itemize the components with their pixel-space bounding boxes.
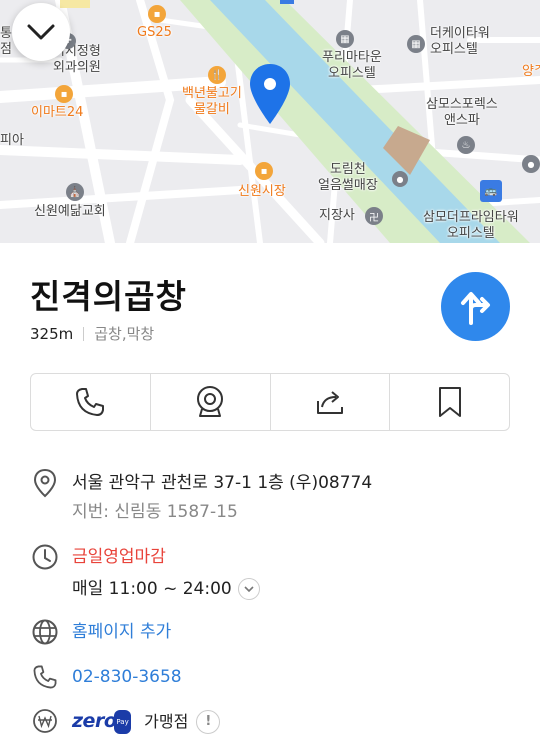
phone-icon [76,388,105,416]
business-status: 금일영업마감 [72,547,166,567]
store-icon: ▪ [55,85,73,103]
call-button[interactable] [31,374,151,430]
hours-row: 금일영업마감 매일 11:00 ~ 24:00 [30,542,510,602]
market-icon: ▪ [255,162,273,180]
zeropay-logo: zero [72,710,117,732]
phone-row: 02-830-3658 [30,662,510,692]
zeropay-logo-pay: Pay [114,710,131,734]
homepage-row: 홈페이지 추가 [30,617,510,647]
spa-icon: ♨ [457,136,475,154]
place-icon: ● [392,171,408,187]
bus-stop-icon: 🚌 [480,180,502,202]
category: 곱창,막창 [94,325,155,343]
road-address: 서울 관악구 관천로 37-1 1층 (우)08774 [72,473,373,493]
address-row: 서울 관악구 관천로 37-1 1층 (우)08774 지번: 신림동 1587… [30,468,510,528]
add-homepage-link[interactable]: 홈페이지 추가 [72,621,171,643]
restaurant-icon: 🍴 [208,66,226,84]
hours-expand-button[interactable] [237,578,260,600]
info-icon[interactable]: ! [196,710,221,734]
map-view[interactable]: 통 점 시지정형 외과의원 ✚ ▪ GS25 ▪ 이마트24 피아 ⛪ 신원예닮… [0,0,540,243]
phone-number-link[interactable]: 02-830-3658 [72,666,182,688]
share-icon [316,391,343,414]
collapse-button[interactable] [12,3,70,61]
map-label-edge: 통 점 [0,26,12,57]
hours-text: 금일영업마감 매일 11:00 ~ 24:00 [72,546,260,600]
building-icon: ▦ [336,30,354,48]
divider [83,326,85,341]
place-detail-panel: 진격의곱창 325m 곱창,막창 서울 관악구 관천로 37-1 1층 (우)0… [0,243,540,746]
globe-icon [30,617,60,647]
distance: 325m [30,324,74,343]
chevron-down-icon [27,24,55,40]
share-button[interactable] [271,374,391,430]
business-hours: 매일 11:00 ~ 24:00 [72,578,260,600]
phone-icon [30,662,60,692]
won-icon [30,706,60,736]
clock-icon [30,542,60,572]
location-pin-icon [250,64,290,124]
hours-value: 매일 11:00 ~ 24:00 [72,579,232,599]
zeropay-row: zeroPay 가맹점! [30,706,510,736]
map-label-church: 신원예닮교회 [34,204,106,219]
zeropay-label: 가맹점 [144,712,189,731]
building-icon: ▦ [407,35,425,53]
chevron-down-icon [244,585,254,592]
location-icon [30,468,60,498]
map-label-gs25: GS25 [137,25,172,40]
map-label-restaurant: 백년불고기 물갈비 [182,86,242,117]
church-icon: ⛪ [66,183,84,201]
map-label-samo-prime: 삼모더프라임타워 오피스텔 [423,210,519,241]
save-button[interactable] [390,374,509,430]
temple-icon: 卍 [365,207,383,225]
map-label-jijangsa: 지장사 [319,208,355,223]
place-name: 진격의곱창 [30,277,187,316]
map-label-dorimcheon: 도림천 얼음썰매장 [318,162,378,193]
zeropay-info: zeroPay 가맹점! [72,710,221,734]
street-view-button[interactable] [151,374,271,430]
directions-button[interactable] [441,272,510,341]
map-label-samo-sports: 삼모스포렉스 앤스파 [426,97,498,128]
map-label-kt-tower: 더케이타워 오피스텔 [430,26,490,57]
map-label-puri: 푸리마타운 오피스텔 [322,50,382,81]
bookmark-icon [438,387,461,417]
store-icon: ▪ [148,5,166,23]
map-label-emart24: 이마트24 [31,105,84,120]
place-icon: ● [522,155,540,173]
map-label-pia: 피아 [0,133,24,148]
lot-address: 지번: 신림동 1587-15 [72,502,238,522]
place-meta: 325m 곱창,막창 [30,323,154,344]
action-bar [30,373,510,431]
camera-icon [197,386,224,417]
directions-icon [460,291,490,325]
map-label-market: 신원시장 [238,184,286,199]
address-text[interactable]: 서울 관악구 관천로 37-1 1층 (우)08774 지번: 신림동 1587… [72,472,372,523]
map-label-edge-right: 양ᄌ [522,64,540,79]
